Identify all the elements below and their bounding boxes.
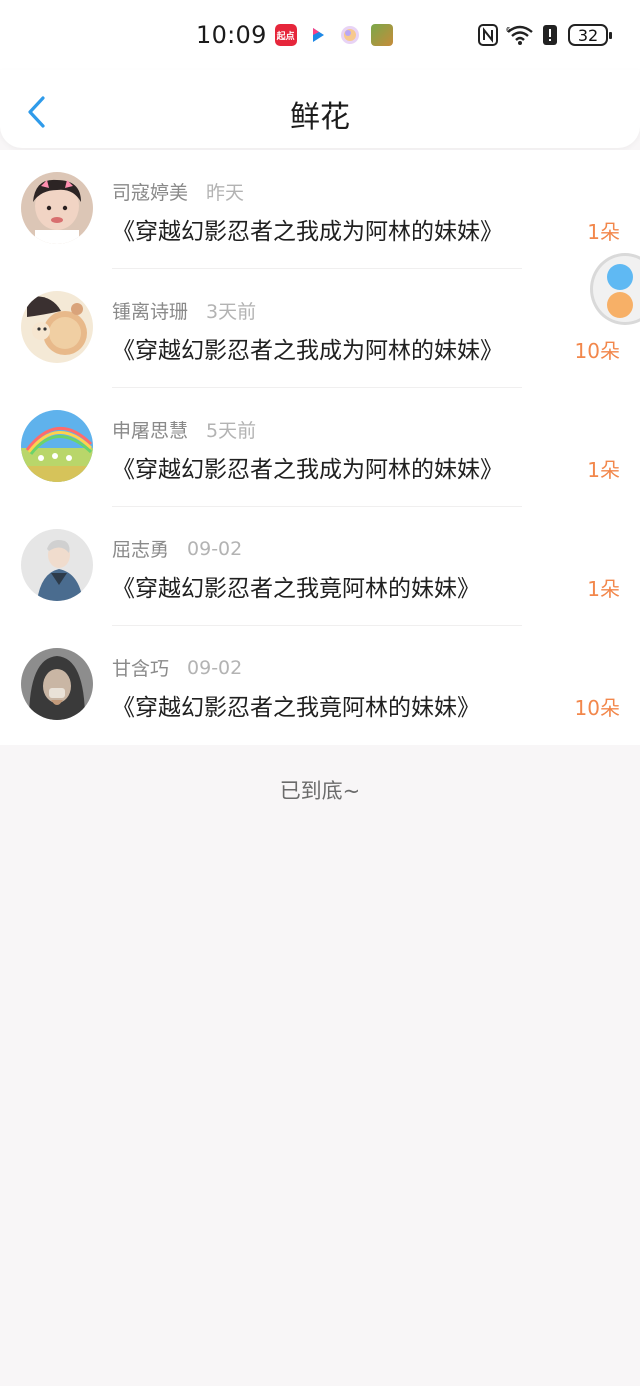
avatar[interactable] [21, 648, 93, 720]
flower-count: 1朵 [587, 220, 620, 244]
video-app-icon [306, 24, 329, 46]
flower-count: 10朵 [574, 339, 620, 363]
nfc-icon [478, 24, 498, 46]
user-name[interactable]: 屈志勇 [112, 535, 169, 562]
status-time: 10:09 [196, 21, 267, 49]
user-name[interactable]: 锺离诗珊 [112, 297, 188, 324]
svg-text:6: 6 [506, 26, 511, 34]
post-time: 5天前 [206, 420, 257, 442]
avatar[interactable] [21, 529, 93, 601]
battery-indicator: 32 [568, 24, 612, 46]
page-title: 鲜花 [290, 100, 350, 135]
item-meta: 甘含巧 09-02 [112, 654, 242, 681]
status-bar: 10:09 起点 6 32 [0, 0, 640, 70]
status-right: 6 32 [470, 20, 612, 50]
book-title[interactable]: 《穿越幻影忍者之我竟阿林的妹妹》 [112, 688, 480, 722]
avatar[interactable] [21, 172, 93, 244]
wifi-icon: 6 [506, 24, 534, 46]
user-name[interactable]: 司寇婷美 [112, 178, 188, 205]
bubble-orange [607, 292, 633, 318]
item-meta: 锺离诗珊 3天前 [112, 297, 256, 324]
item-meta: 司寇婷美 昨天 [112, 178, 244, 205]
status-center: 10:09 起点 [196, 18, 403, 52]
item-meta: 屈志勇 09-02 [112, 535, 242, 562]
book-title[interactable]: 《穿越幻影忍者之我成为阿林的妹妹》 [112, 331, 503, 365]
user-name[interactable]: 甘含巧 [112, 654, 169, 681]
item-meta: 申屠思慧 5天前 [112, 416, 256, 443]
post-time: 09-02 [187, 656, 243, 679]
qidian-app-icon: 起点 [274, 24, 297, 46]
post-time: 3天前 [206, 301, 257, 323]
post-time: 09-02 [187, 537, 243, 560]
flower-count: 10朵 [574, 696, 620, 720]
list-item[interactable]: 申屠思慧 5天前 《穿越幻影忍者之我成为阿林的妹妹》 1朵 [0, 388, 640, 507]
game-app-icon [370, 24, 393, 46]
book-title[interactable]: 《穿越幻影忍者之我竟阿林的妹妹》 [112, 569, 480, 603]
list-item[interactable]: 屈志勇 09-02 《穿越幻影忍者之我竟阿林的妹妹》 1朵 [0, 507, 640, 626]
bubble-blue [607, 264, 633, 290]
post-time: 昨天 [206, 182, 245, 204]
alert-icon [542, 24, 558, 46]
book-title[interactable]: 《穿越幻影忍者之我成为阿林的妹妹》 [112, 212, 503, 246]
user-name[interactable]: 申屠思慧 [112, 416, 188, 443]
book-title[interactable]: 《穿越幻影忍者之我成为阿林的妹妹》 [112, 450, 503, 484]
list-item[interactable]: 司寇婷美 昨天 《穿越幻影忍者之我成为阿林的妹妹》 1朵 [0, 150, 640, 269]
ball-app-icon [338, 24, 361, 46]
list-item[interactable]: 甘含巧 09-02 《穿越幻影忍者之我竟阿林的妹妹》 10朵 [0, 626, 640, 745]
flower-count: 1朵 [587, 458, 620, 482]
avatar[interactable] [21, 291, 93, 363]
flower-list: 司寇婷美 昨天 《穿越幻影忍者之我成为阿林的妹妹》 1朵 锺离诗珊 3天前 《穿… [0, 150, 640, 745]
list-item[interactable]: 锺离诗珊 3天前 《穿越幻影忍者之我成为阿林的妹妹》 10朵 [0, 269, 640, 388]
flower-count: 1朵 [587, 577, 620, 601]
avatar[interactable] [21, 410, 93, 482]
nav-bar: 鲜花 [0, 70, 640, 148]
end-of-list-text: 已到底~ [279, 779, 361, 803]
